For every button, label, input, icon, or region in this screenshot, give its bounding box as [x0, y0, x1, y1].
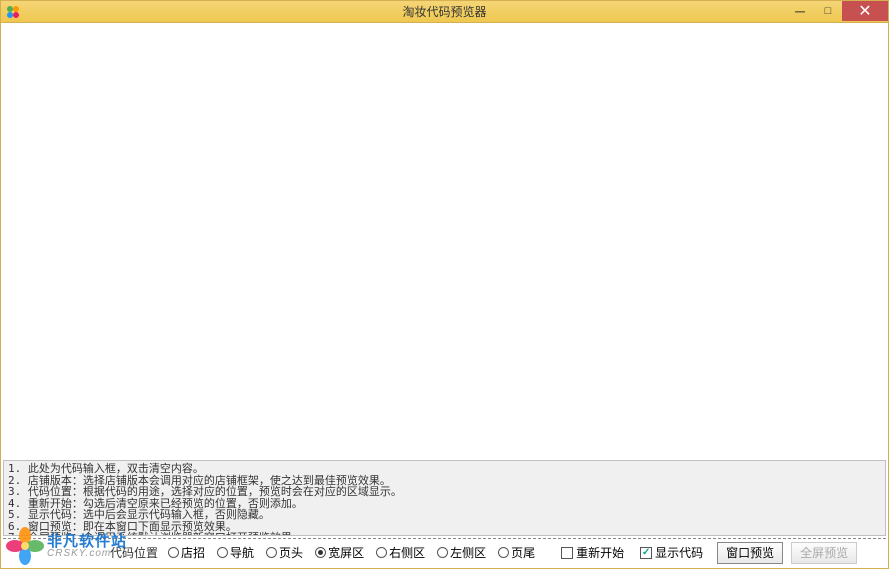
check-restart[interactable]: 重新开始 [561, 544, 624, 561]
radio-shop-sign[interactable]: 店招 [168, 544, 205, 561]
main-window: 淘妆代码预览器 ─ □ ✕ 1. 此处为代码输入框，双击清空内容。 2. 店铺版… [0, 0, 889, 569]
fullscreen-preview-button[interactable]: 全屏预览 [791, 542, 857, 564]
radio-icon [315, 547, 326, 558]
radio-left[interactable]: 左侧区 [437, 544, 486, 561]
code-line: 1. 此处为代码输入框，双击清空内容。 [8, 463, 881, 475]
radio-icon [266, 547, 277, 558]
code-line: 5. 显示代码：选中后会显示代码输入框，否则隐藏。 [8, 509, 881, 521]
radio-label: 左侧区 [450, 544, 486, 561]
radio-label: 页尾 [511, 544, 535, 561]
window-title: 淘妆代码预览器 [402, 3, 486, 20]
titlebar: 淘妆代码预览器 ─ □ ✕ [1, 1, 888, 23]
minimize-button[interactable]: ─ [786, 1, 814, 21]
preview-area [3, 23, 886, 458]
radio-label: 店招 [181, 544, 205, 561]
radio-label: 右侧区 [389, 544, 425, 561]
radio-icon [498, 547, 509, 558]
radio-icon [168, 547, 179, 558]
code-line: 3. 代码位置：根据代码的用途，选择对应的位置，预览时会在对应的区域显示。 [8, 486, 881, 498]
radio-label: 宽屏区 [328, 544, 364, 561]
radio-label: 页头 [279, 544, 303, 561]
maximize-button[interactable]: □ [814, 1, 842, 21]
radio-wide[interactable]: 宽屏区 [315, 544, 364, 561]
position-label: 代码位置 [110, 544, 158, 561]
window-controls: ─ □ ✕ [786, 1, 888, 21]
app-icon [5, 4, 21, 20]
radio-icon [437, 547, 448, 558]
close-button[interactable]: ✕ [842, 1, 888, 21]
checkbox-icon [561, 547, 573, 559]
radio-footer[interactable]: 页尾 [498, 544, 535, 561]
checkbox-icon [640, 547, 652, 559]
radio-nav[interactable]: 导航 [217, 544, 254, 561]
check-label: 显示代码 [655, 544, 703, 561]
code-input-panel[interactable]: 1. 此处为代码输入框，双击清空内容。 2. 店铺版本：选择店铺版本会调用对应的… [3, 460, 886, 536]
radio-icon [217, 547, 228, 558]
check-show-code[interactable]: 显示代码 [640, 544, 703, 561]
radio-right[interactable]: 右侧区 [376, 544, 425, 561]
bottom-toolbar: 代码位置 店招 导航 页头 宽屏区 右侧区 [3, 538, 886, 566]
code-line: 7. 全屏预览：会调用系统默认浏览器新窗口打开预览效果。 [8, 532, 881, 536]
check-label: 重新开始 [576, 544, 624, 561]
radio-icon [376, 547, 387, 558]
controls-group: 代码位置 店招 导航 页头 宽屏区 右侧区 [110, 542, 857, 564]
radio-label: 导航 [230, 544, 254, 561]
window-preview-button[interactable]: 窗口预览 [717, 542, 783, 564]
radio-header[interactable]: 页头 [266, 544, 303, 561]
